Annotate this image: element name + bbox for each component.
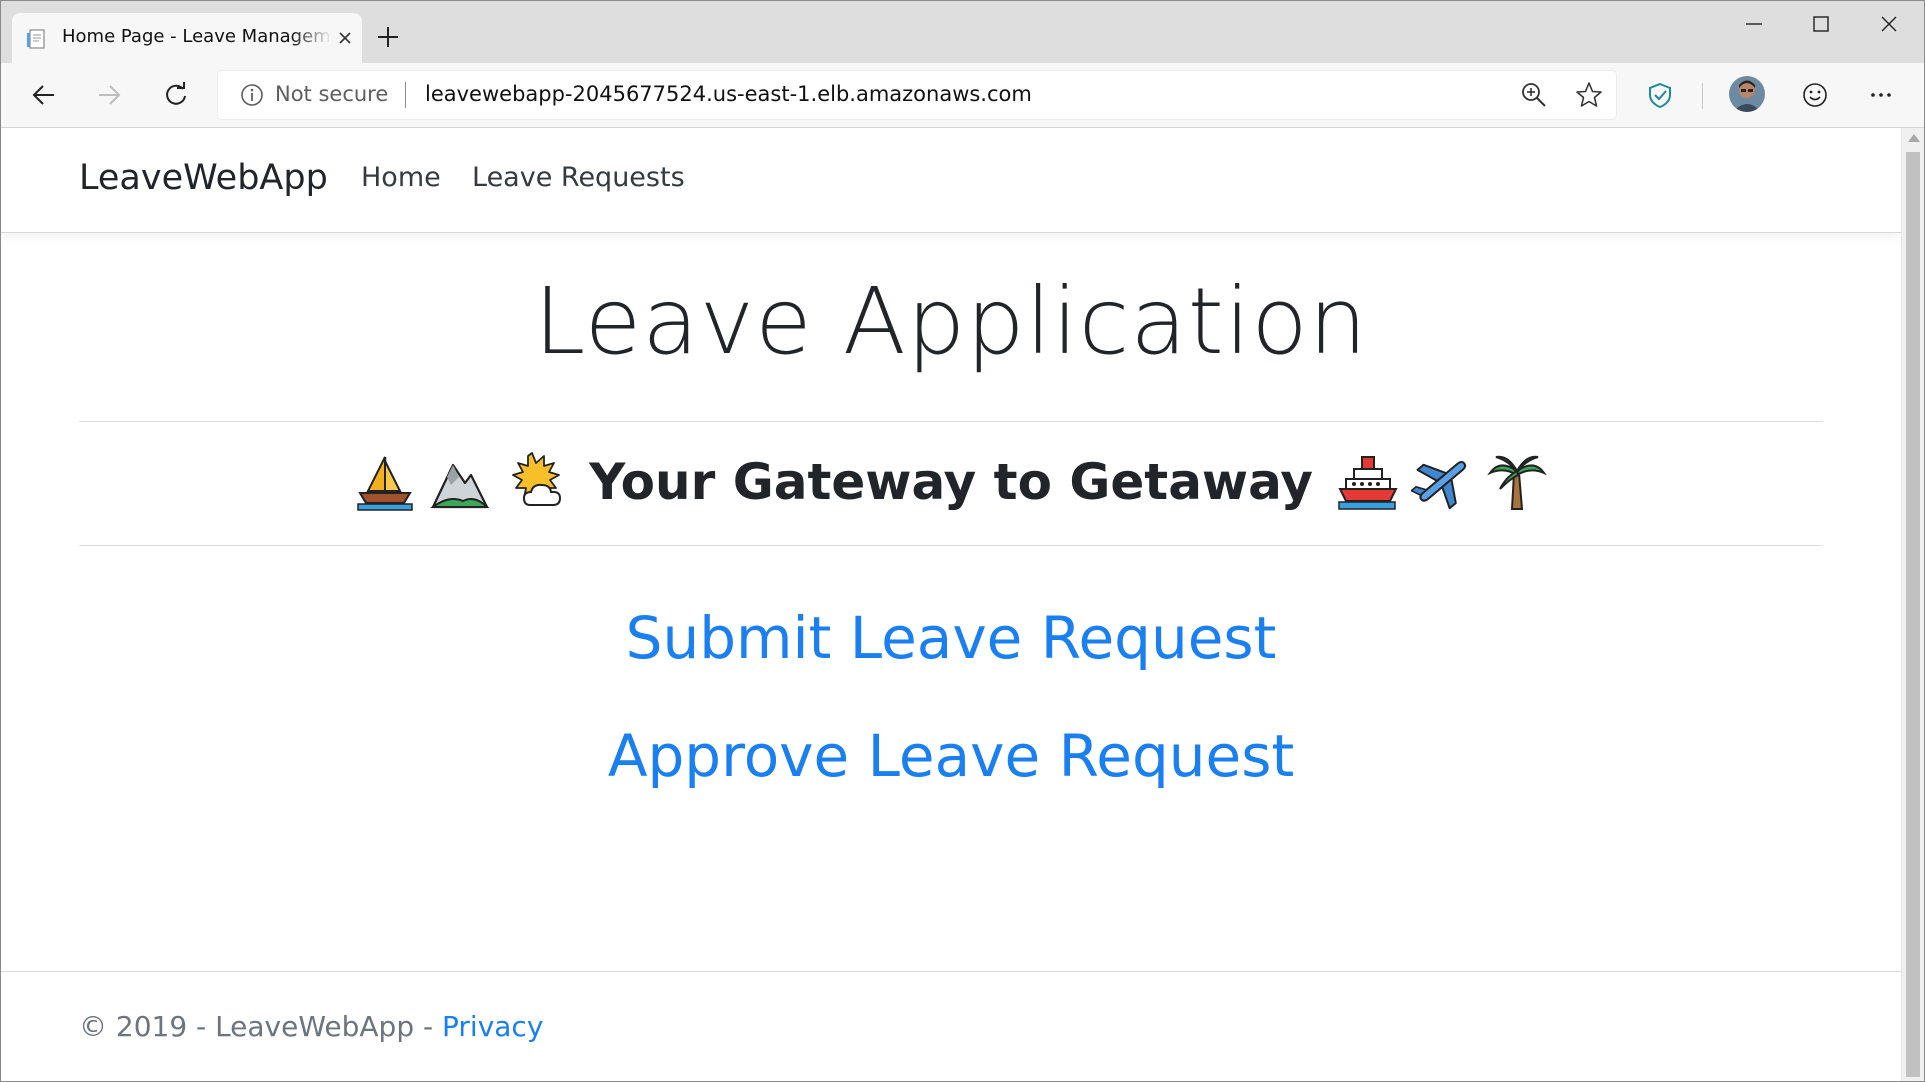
privacy-link[interactable]: Privacy xyxy=(442,1010,543,1043)
ship-icon xyxy=(1336,451,1398,513)
page-icon xyxy=(26,28,48,50)
smiley-icon[interactable] xyxy=(1797,77,1833,113)
avatar[interactable] xyxy=(1729,76,1765,112)
arrow-right-icon xyxy=(99,85,121,105)
maximize-icon xyxy=(1813,16,1829,32)
forward-button[interactable] xyxy=(91,77,127,113)
arrow-left-icon xyxy=(32,85,54,105)
scroll-thumb[interactable] xyxy=(1906,152,1920,1077)
toolbar-divider xyxy=(1702,83,1703,109)
sailboat-icon xyxy=(354,451,416,513)
minimize-button[interactable] xyxy=(1724,7,1784,41)
close-icon xyxy=(1881,16,1897,32)
back-button[interactable] xyxy=(26,77,62,113)
footer: © 2019 - LeaveWebApp - Privacy xyxy=(1,971,1901,1081)
minimize-icon xyxy=(1746,23,1762,25)
divider-bottom xyxy=(79,545,1823,546)
sun-behind-cloud-icon xyxy=(504,451,566,513)
approve-leave-request-link[interactable]: Approve Leave Request xyxy=(1,722,1901,790)
browser-window: Home Page - Leave Management Not secure … xyxy=(0,0,1925,1082)
new-tab-button[interactable] xyxy=(374,23,402,51)
title-bar: Home Page - Leave Management xyxy=(1,1,1924,63)
refresh-icon xyxy=(166,82,186,105)
brand-link[interactable]: LeaveWebApp xyxy=(79,158,328,198)
address-bar[interactable]: Not secure leavewebapp-2045677524.us-eas… xyxy=(218,71,1616,119)
info-icon[interactable] xyxy=(240,83,264,107)
tab-title: Home Page - Leave Management xyxy=(62,26,332,47)
submit-leave-request-link[interactable]: Submit Leave Request xyxy=(1,604,1901,672)
palm-tree-icon xyxy=(1486,451,1548,513)
maximize-button[interactable] xyxy=(1791,7,1851,41)
tagline: Your Gateway to Getaway xyxy=(1,451,1901,513)
more-icon[interactable] xyxy=(1863,77,1899,113)
mountain-icon xyxy=(429,451,491,513)
security-status[interactable]: Not secure xyxy=(275,82,388,106)
refresh-button[interactable] xyxy=(158,77,194,113)
scroll-up-icon[interactable] xyxy=(1908,134,1920,142)
close-tab-icon[interactable] xyxy=(334,27,356,49)
nav-leave-requests-link[interactable]: Leave Requests xyxy=(472,162,685,193)
site-navbar: LeaveWebApp Home Leave Requests xyxy=(1,128,1901,233)
star-icon[interactable] xyxy=(1574,80,1604,110)
shield-icon[interactable] xyxy=(1642,77,1678,113)
page-viewport: LeaveWebApp Home Leave Requests Leave Ap… xyxy=(1,128,1901,1081)
plus-icon xyxy=(378,27,398,47)
vertical-scrollbar[interactable] xyxy=(1901,128,1924,1081)
close-window-button[interactable] xyxy=(1859,7,1919,41)
footer-text: © 2019 - LeaveWebApp - Privacy xyxy=(79,1010,543,1043)
browser-toolbar: Not secure leavewebapp-2045677524.us-eas… xyxy=(1,63,1924,128)
nav-home-link[interactable]: Home xyxy=(361,162,441,193)
address-separator xyxy=(405,82,406,108)
browser-tab[interactable]: Home Page - Leave Management xyxy=(12,13,362,63)
copyright-text: © 2019 - LeaveWebApp - xyxy=(79,1010,443,1043)
url-text[interactable]: leavewebapp-2045677524.us-east-1.elb.ama… xyxy=(425,82,1032,106)
airplane-icon xyxy=(1410,451,1473,513)
divider-top xyxy=(79,421,1823,422)
page-title: Leave Application xyxy=(534,268,1368,375)
zoom-icon[interactable] xyxy=(1519,80,1549,110)
tagline-text: Your Gateway to Getaway xyxy=(589,453,1313,511)
